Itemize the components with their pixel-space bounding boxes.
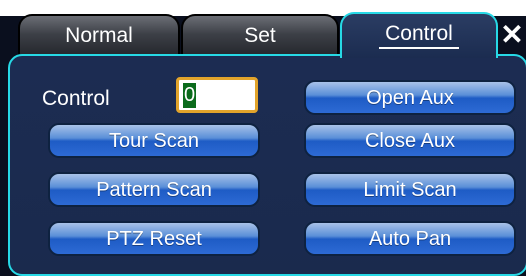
auto-pan-button[interactable]: Auto Pan [304,221,516,256]
ptz-reset-button[interactable]: PTZ Reset [48,221,260,256]
tab-set[interactable]: Set [181,14,339,56]
control-value-input[interactable]: 0 [176,77,258,113]
tab-set-label: Set [244,24,276,47]
tab-normal[interactable]: Normal [18,14,180,56]
tab-control[interactable]: Control [340,12,498,58]
tour-scan-button[interactable]: Tour Scan [48,123,260,158]
control-value-text: 0 [183,83,197,108]
open-aux-button[interactable]: Open Aux [304,80,516,115]
close-aux-button[interactable]: Close Aux [304,123,516,158]
close-icon[interactable]: ✕ [497,18,526,52]
limit-scan-button[interactable]: Limit Scan [304,172,516,207]
control-label: Control [42,87,110,110]
tab-control-label: Control [379,21,459,49]
pattern-scan-button[interactable]: Pattern Scan [48,172,260,207]
tab-normal-label: Normal [65,24,133,47]
